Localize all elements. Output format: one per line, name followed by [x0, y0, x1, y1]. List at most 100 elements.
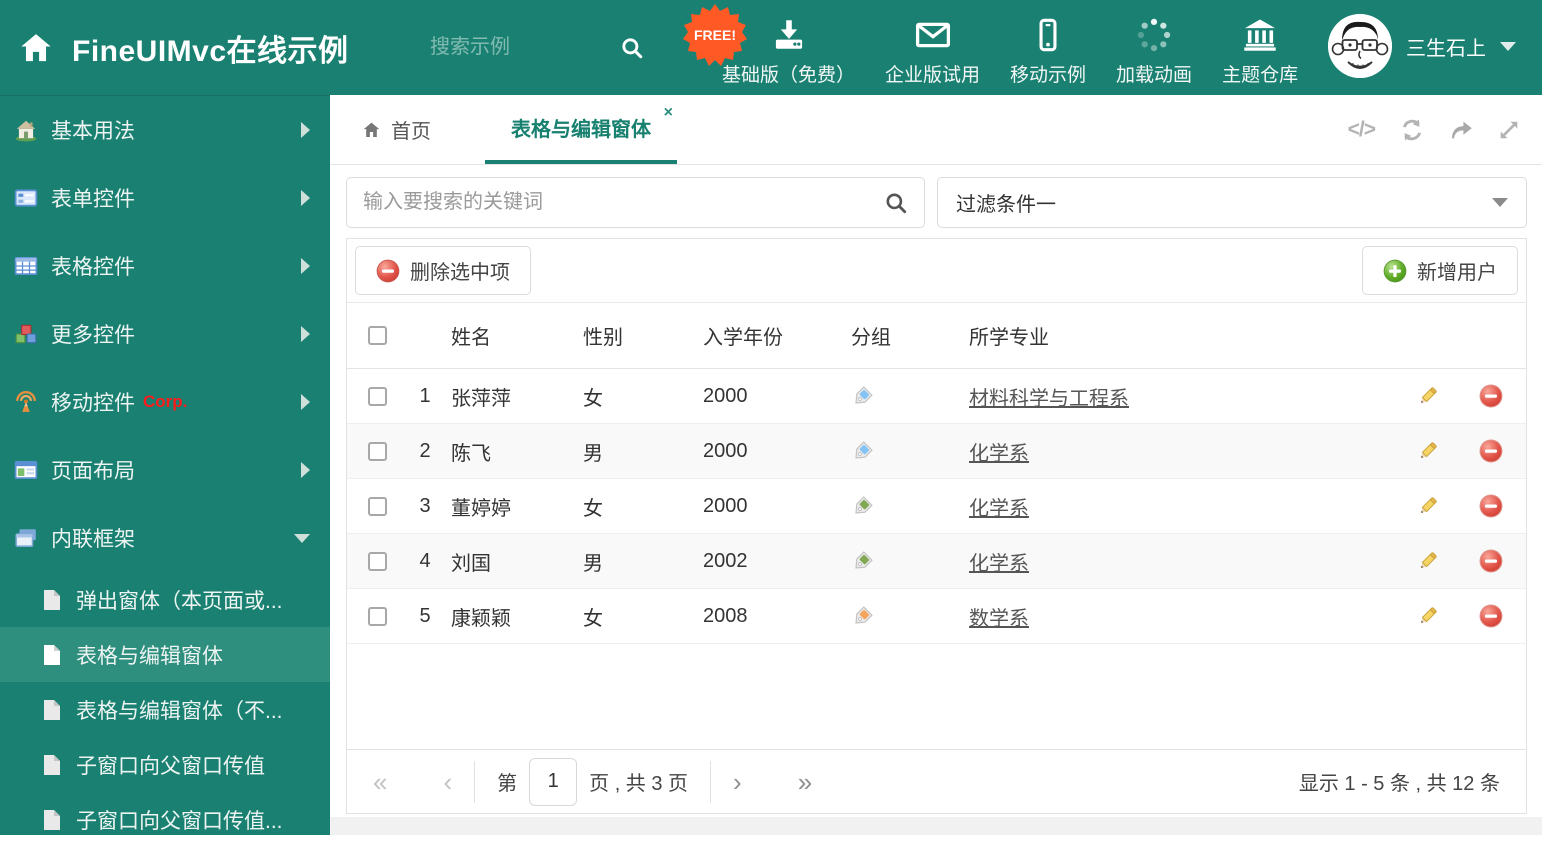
home-icon[interactable] [18, 31, 54, 65]
cell-gender: 女 [583, 497, 603, 520]
table-icon [14, 254, 38, 278]
delete-icon[interactable] [1456, 439, 1526, 463]
delete-icon[interactable] [1456, 384, 1526, 408]
major-link[interactable]: 材料科学与工程系 [969, 388, 1129, 410]
cell-gender: 女 [583, 607, 603, 630]
table-row: 5 康颖颖 女 2008 数学系 [347, 589, 1526, 644]
col-name: 姓名 [451, 327, 491, 349]
sidebar-subitem-popup-window[interactable]: 弹出窗体（本页面或... [0, 572, 330, 627]
table-header: 姓名 性别 入学年份 分组 所学专业 [347, 303, 1526, 369]
sidebar-subitem-grid-edit-window[interactable]: 表格与编辑窗体 [0, 627, 330, 682]
sidebar-item-label: 更多控件 [51, 324, 135, 347]
sidebar-subitem-child-to-parent-2[interactable]: 子窗口向父窗口传值... [0, 792, 330, 847]
filter-dropdown[interactable]: 过滤条件一 [937, 177, 1527, 228]
cell-year: 2000 [703, 494, 748, 517]
filter-dropdown-value: 过滤条件一 [956, 194, 1056, 216]
row-checkbox[interactable] [368, 551, 387, 571]
delete-selected-button[interactable]: 删除选中项 [355, 246, 531, 295]
nav-loading-animation[interactable]: 加载动画 [1116, 9, 1192, 87]
nav-enterprise-trial[interactable]: 企业版试用 [885, 9, 980, 87]
col-major: 所学专业 [969, 327, 1049, 349]
sidebar-item-page-layout[interactable]: 页面布局 [0, 436, 330, 504]
tag-icon [845, 440, 963, 463]
delete-icon[interactable] [1456, 549, 1526, 573]
edit-icon[interactable] [1400, 495, 1456, 517]
page-number-input[interactable] [529, 757, 578, 806]
home-icon [362, 121, 381, 139]
sidebar-subitem-label: 子窗口向父窗口传值 [76, 754, 265, 778]
major-link[interactable]: 化学系 [969, 498, 1029, 520]
expand-icon[interactable] [1498, 119, 1520, 141]
edit-icon[interactable] [1400, 605, 1456, 627]
app-header: FineUIMvc在线示例 FREE! 基础版（免费） 企业版试用 移动示 [0, 0, 1542, 95]
minus-circle-icon [376, 259, 400, 282]
cell-year: 2002 [703, 549, 748, 572]
sidebar-item-mobile-controls[interactable]: 移动控件 Corp. [0, 368, 330, 436]
user-menu[interactable]: 三生石上 [1328, 14, 1516, 78]
tag-icon [845, 495, 963, 518]
sidebar-subitem-grid-edit-window-2[interactable]: 表格与编辑窗体（不... [0, 682, 330, 737]
mobile-icon [1031, 13, 1065, 53]
search-icon[interactable] [620, 36, 644, 60]
main-content: 首页 表格与编辑窗体 × </> 过滤条件一 [330, 95, 1542, 835]
row-checkbox[interactable] [368, 496, 387, 516]
major-link[interactable]: 化学系 [969, 443, 1029, 465]
keyword-search-input[interactable] [363, 191, 884, 214]
file-icon [42, 644, 62, 666]
edit-icon[interactable] [1400, 385, 1456, 407]
sidebar-item-form-controls[interactable]: 表单控件 [0, 164, 330, 232]
search-icon[interactable] [884, 191, 908, 215]
delete-icon[interactable] [1456, 494, 1526, 518]
next-page-button[interactable]: › [733, 769, 742, 795]
chevron-right-icon [301, 122, 310, 138]
house-icon [14, 118, 38, 142]
chevron-right-icon [301, 258, 310, 274]
prev-page-button[interactable]: ‹ [443, 769, 452, 795]
delete-icon[interactable] [1456, 604, 1526, 628]
keyword-search-box [346, 177, 925, 228]
antenna-icon [14, 390, 38, 414]
row-checkbox[interactable] [368, 441, 387, 461]
free-badge: FREE! [683, 4, 747, 66]
major-link[interactable]: 化学系 [969, 553, 1029, 575]
grid-toolbar: 删除选中项 新增用户 [347, 239, 1526, 303]
plus-circle-icon [1383, 259, 1407, 282]
tag-icon [845, 605, 963, 628]
sidebar-item-more-controls[interactable]: 更多控件 [0, 300, 330, 368]
select-all-checkbox[interactable] [368, 326, 387, 345]
envelope-icon [914, 13, 952, 53]
major-link[interactable]: 数学系 [969, 608, 1029, 630]
close-icon[interactable]: × [664, 105, 673, 121]
tab-home[interactable]: 首页 [336, 95, 457, 164]
sidebar-item-inline-frame[interactable]: 内联框架 [0, 504, 330, 572]
header-search-input[interactable] [430, 36, 580, 59]
row-checkbox[interactable] [368, 386, 387, 406]
edit-icon[interactable] [1400, 440, 1456, 462]
last-page-button[interactable]: » [798, 769, 812, 795]
sidebar-subitem-label: 弹出窗体（本页面或... [76, 589, 283, 613]
cell-name: 康颖颖 [451, 607, 511, 630]
col-gender: 性别 [583, 327, 623, 349]
chevron-down-icon [1500, 41, 1516, 51]
sidebar: 基本用法 表单控件 表格控件 更多控件 移动控件 Corp. 页面布局 内联框架… [0, 95, 330, 835]
first-page-button[interactable]: « [373, 769, 387, 795]
sidebar-item-grid-controls[interactable]: 表格控件 [0, 232, 330, 300]
edit-icon[interactable] [1400, 550, 1456, 572]
refresh-icon[interactable] [1400, 118, 1424, 142]
sidebar-subitem-label: 子窗口向父窗口传值... [76, 809, 283, 833]
cell-year: 2008 [703, 604, 748, 627]
cell-name: 刘国 [451, 552, 491, 575]
cell-name: 陈飞 [451, 442, 491, 465]
tab-label: 首页 [391, 121, 431, 143]
corp-badge: Corp. [143, 392, 188, 411]
code-icon[interactable]: </> [1348, 118, 1376, 142]
share-icon[interactable] [1449, 118, 1473, 142]
add-user-button[interactable]: 新增用户 [1362, 246, 1518, 295]
tab-grid-edit-window[interactable]: 表格与编辑窗体 × [485, 95, 677, 164]
sidebar-item-basic-usage[interactable]: 基本用法 [0, 96, 330, 164]
file-icon [42, 809, 62, 831]
sidebar-subitem-child-to-parent[interactable]: 子窗口向父窗口传值 [0, 737, 330, 792]
nav-mobile-demo[interactable]: 移动示例 [1010, 9, 1086, 87]
row-checkbox[interactable] [368, 606, 387, 626]
nav-theme-store[interactable]: 主题仓库 [1222, 9, 1298, 87]
